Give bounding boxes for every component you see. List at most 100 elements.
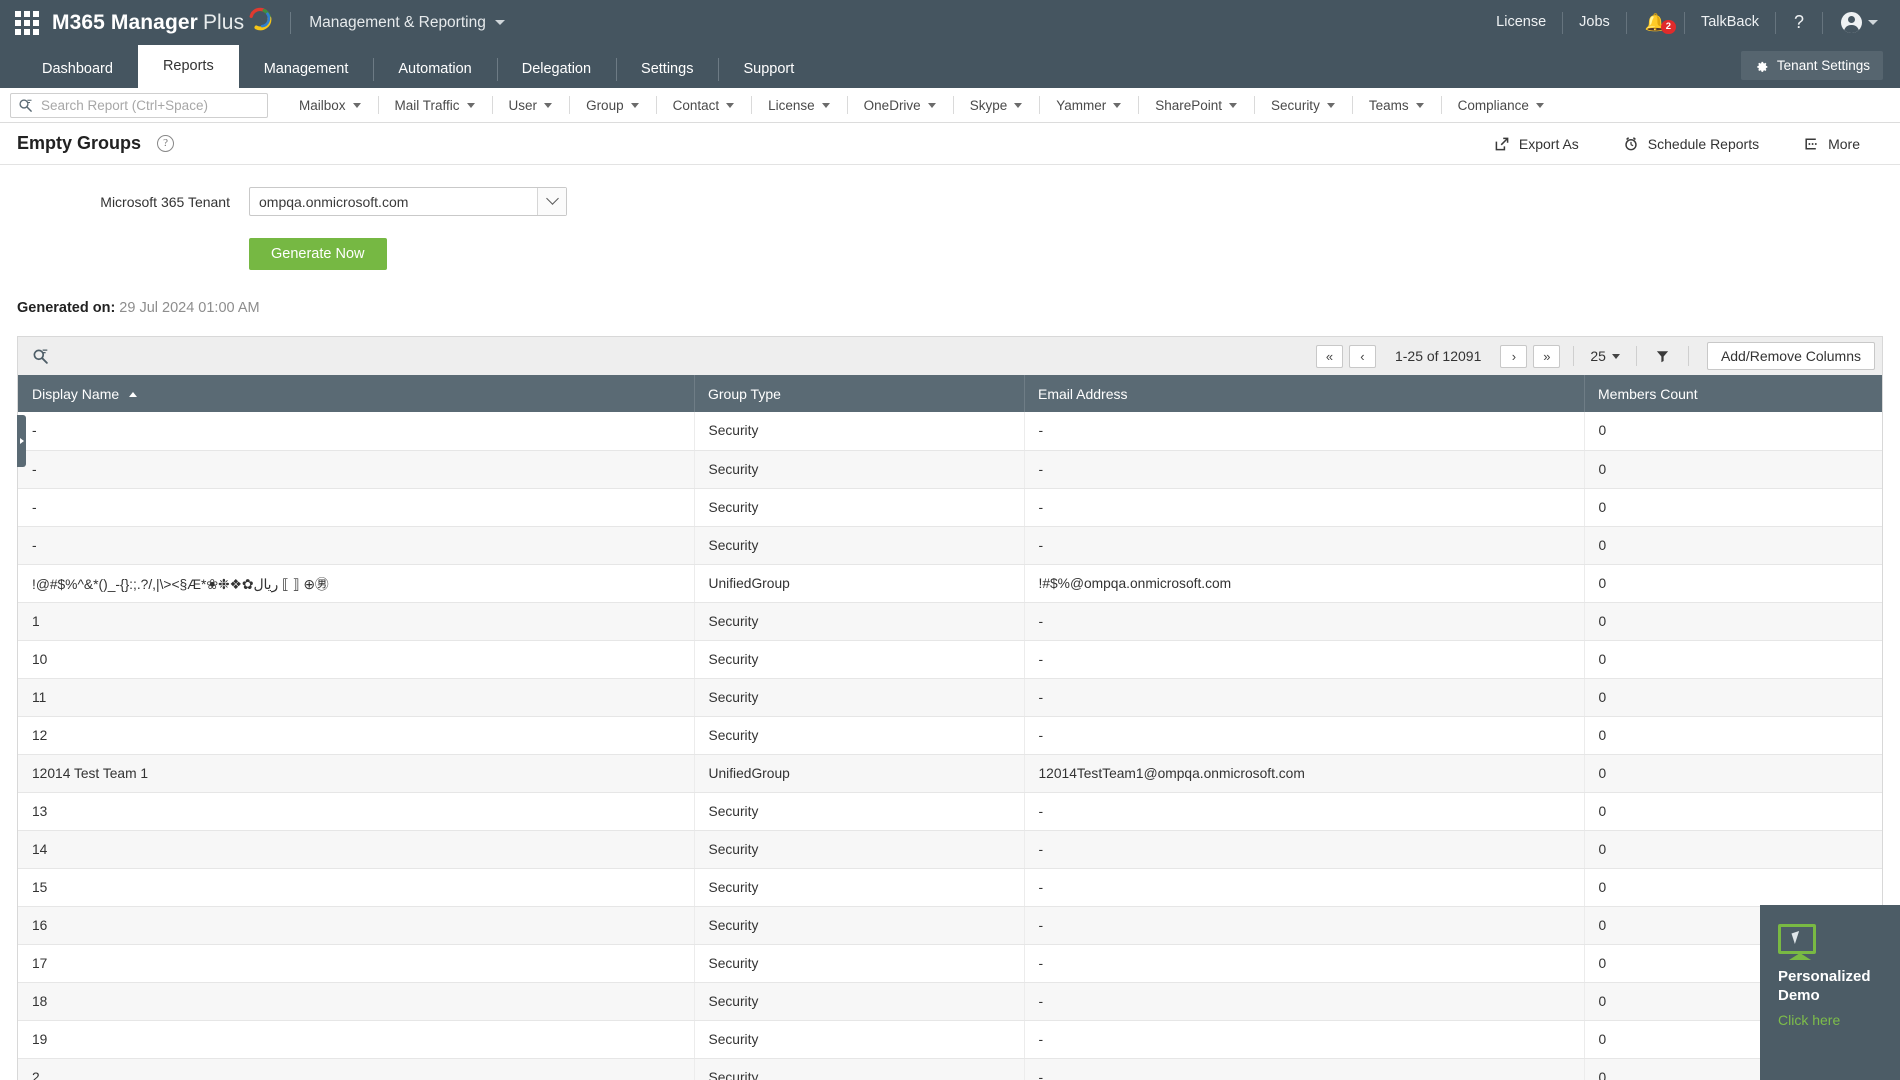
table-row[interactable]: 13 Security -0 — [18, 792, 1882, 831]
table-row[interactable]: 12 Security -0 — [18, 716, 1882, 755]
table-cell-display-name: 10 — [18, 640, 695, 679]
criteria-collapse-handle[interactable] — [17, 415, 26, 467]
tab-delegation[interactable]: Delegation — [496, 51, 616, 88]
page-size-select[interactable]: 25 — [1584, 348, 1626, 364]
table-row[interactable]: - Security -0 — [18, 526, 1882, 565]
grid-apps-icon[interactable] — [14, 10, 40, 36]
column-header-group-type[interactable]: Group Type — [694, 375, 1024, 412]
user-account-menu[interactable] — [1823, 12, 1882, 33]
table-row[interactable]: !@#$%^&*()_-{}:;.?/,|\><§Æ*❀❉❖✿ريال ⟦ ⟧ … — [18, 564, 1882, 603]
table-row[interactable]: - Security -0 — [18, 450, 1882, 489]
column-header-email-address[interactable]: Email Address — [1024, 375, 1584, 412]
table-cell-members-count: 0 — [1584, 488, 1882, 527]
tenant-select[interactable]: ompqa.onmicrosoft.com — [249, 187, 567, 216]
chevron-down-icon[interactable] — [537, 188, 566, 215]
table-row[interactable]: 10 Security -0 — [18, 640, 1882, 679]
license-link[interactable]: License — [1480, 0, 1562, 45]
table-row[interactable]: 15 Security -0 — [18, 868, 1882, 907]
category-user[interactable]: User — [491, 94, 570, 116]
category-security[interactable]: Security — [1254, 94, 1352, 116]
last-page-button[interactable]: » — [1533, 344, 1561, 368]
divider — [1573, 346, 1575, 366]
category-teams[interactable]: Teams — [1351, 94, 1441, 116]
personalized-demo-widget[interactable]: Personalized Demo Click here — [1760, 905, 1900, 1080]
header-divider — [290, 11, 292, 34]
table-row[interactable]: 18 Security -0 — [18, 982, 1882, 1021]
table-row[interactable]: 1 Security -0 — [18, 602, 1882, 641]
table-cell-members-count: 0 — [1584, 564, 1882, 603]
table-row[interactable]: 14 Security -0 — [18, 830, 1882, 869]
tab-management[interactable]: Management — [239, 51, 374, 88]
chevron-down-icon — [352, 102, 361, 108]
table-cell-email-address: - — [1024, 640, 1585, 679]
prev-page-button[interactable]: ‹ — [1348, 344, 1376, 368]
top-header-bar: M365 Manager Plus Management & Reporting… — [0, 0, 1900, 45]
table-cell-email-address: - — [1024, 450, 1585, 489]
jobs-link[interactable]: Jobs — [1563, 0, 1626, 45]
table-search-icon[interactable] — [32, 348, 49, 365]
table-row[interactable]: 16 Security -0 — [18, 906, 1882, 945]
divider — [1635, 346, 1637, 366]
generate-now-button[interactable]: Generate Now — [249, 238, 387, 270]
table-row[interactable]: 19 Security -0 — [18, 1020, 1882, 1059]
tab-dashboard[interactable]: Dashboard — [17, 51, 138, 88]
table-cell-group-type: Security — [694, 716, 1025, 755]
table-row[interactable]: 17 Security -0 — [18, 944, 1882, 983]
column-header-members-count[interactable]: Members Count — [1584, 375, 1882, 412]
tab-settings[interactable]: Settings — [616, 51, 718, 88]
more-button[interactable]: More — [1781, 136, 1882, 152]
table-row[interactable]: - Security -0 — [18, 412, 1882, 451]
category-mail-traffic[interactable]: Mail Traffic — [377, 94, 492, 116]
table-cell-members-count: 0 — [1584, 830, 1882, 869]
table-cell-display-name: 15 — [18, 868, 695, 907]
table-row[interactable]: 11 Security -0 — [18, 678, 1882, 717]
table-cell-group-type: Security — [694, 602, 1025, 641]
tenant-settings-button[interactable]: Tenant Settings — [1740, 51, 1883, 80]
table-cell-members-count: 0 — [1584, 678, 1882, 717]
first-page-button[interactable]: « — [1315, 344, 1343, 368]
table-cell-members-count: 0 — [1584, 412, 1882, 451]
table-row[interactable]: 12014 Test Team 1 UnifiedGroup 12014TestTe… — [18, 754, 1882, 793]
generated-on: Generated on: 29 Jul 2024 01:00 AM — [0, 300, 1900, 316]
tab-support[interactable]: Support — [718, 51, 819, 88]
more-label: More — [1828, 135, 1860, 152]
page-title: Empty Groups — [17, 133, 142, 153]
category-group[interactable]: Group — [569, 94, 656, 116]
category-skype[interactable]: Skype — [952, 94, 1040, 116]
help-icon[interactable]: ? — [1776, 12, 1822, 33]
table-cell-display-name: 11 — [18, 678, 695, 717]
category-yammer[interactable]: Yammer — [1039, 94, 1138, 116]
category-sharepoint[interactable]: SharePoint — [1138, 94, 1254, 116]
table-cell-display-name: 18 — [18, 982, 695, 1021]
export-as-button[interactable]: Export As — [1472, 136, 1601, 152]
search-report-box[interactable] — [10, 92, 268, 118]
tenant-selector-row: Microsoft 365 Tenant ompqa.onmicrosoft.c… — [0, 187, 1900, 216]
category-onedrive[interactable]: OneDrive — [846, 94, 953, 116]
table-cell-display-name: 1 — [18, 602, 695, 641]
main-tab-bar: Dashboard Reports Management Automation … — [0, 45, 1900, 88]
management-reporting-menu[interactable]: Management & Reporting — [309, 14, 505, 32]
table-cell-email-address: !#$%@ompqa.onmicrosoft.com — [1024, 564, 1585, 603]
category-license[interactable]: License — [751, 94, 847, 116]
table-cell-display-name: - — [18, 412, 695, 451]
category-contact[interactable]: Contact — [655, 94, 752, 116]
category-compliance[interactable]: Compliance — [1440, 94, 1561, 116]
filter-funnel-icon[interactable] — [1647, 349, 1678, 364]
chevron-down-icon — [821, 102, 830, 108]
column-header-display-name[interactable]: Display Name — [18, 375, 694, 412]
schedule-reports-button[interactable]: Schedule Reports — [1601, 135, 1781, 152]
table-cell-display-name: - — [18, 526, 695, 565]
notifications-button[interactable]: 🔔 2 — [1627, 14, 1684, 34]
demo-click-here-link[interactable]: Click here — [1778, 1012, 1900, 1028]
next-page-button[interactable]: › — [1500, 344, 1528, 368]
tab-automation[interactable]: Automation — [373, 51, 496, 88]
category-label: Teams — [1368, 97, 1409, 113]
talkback-link[interactable]: TalkBack — [1685, 0, 1775, 45]
category-mailbox[interactable]: Mailbox — [282, 94, 378, 116]
add-remove-columns-button[interactable]: Add/Remove Columns — [1706, 342, 1875, 370]
help-icon[interactable]: ? — [157, 135, 175, 152]
table-row[interactable]: - Security -0 — [18, 488, 1882, 527]
tab-reports[interactable]: Reports — [137, 45, 239, 88]
table-row[interactable]: 2 Security -0 — [18, 1058, 1882, 1080]
search-report-input[interactable] — [39, 96, 260, 114]
